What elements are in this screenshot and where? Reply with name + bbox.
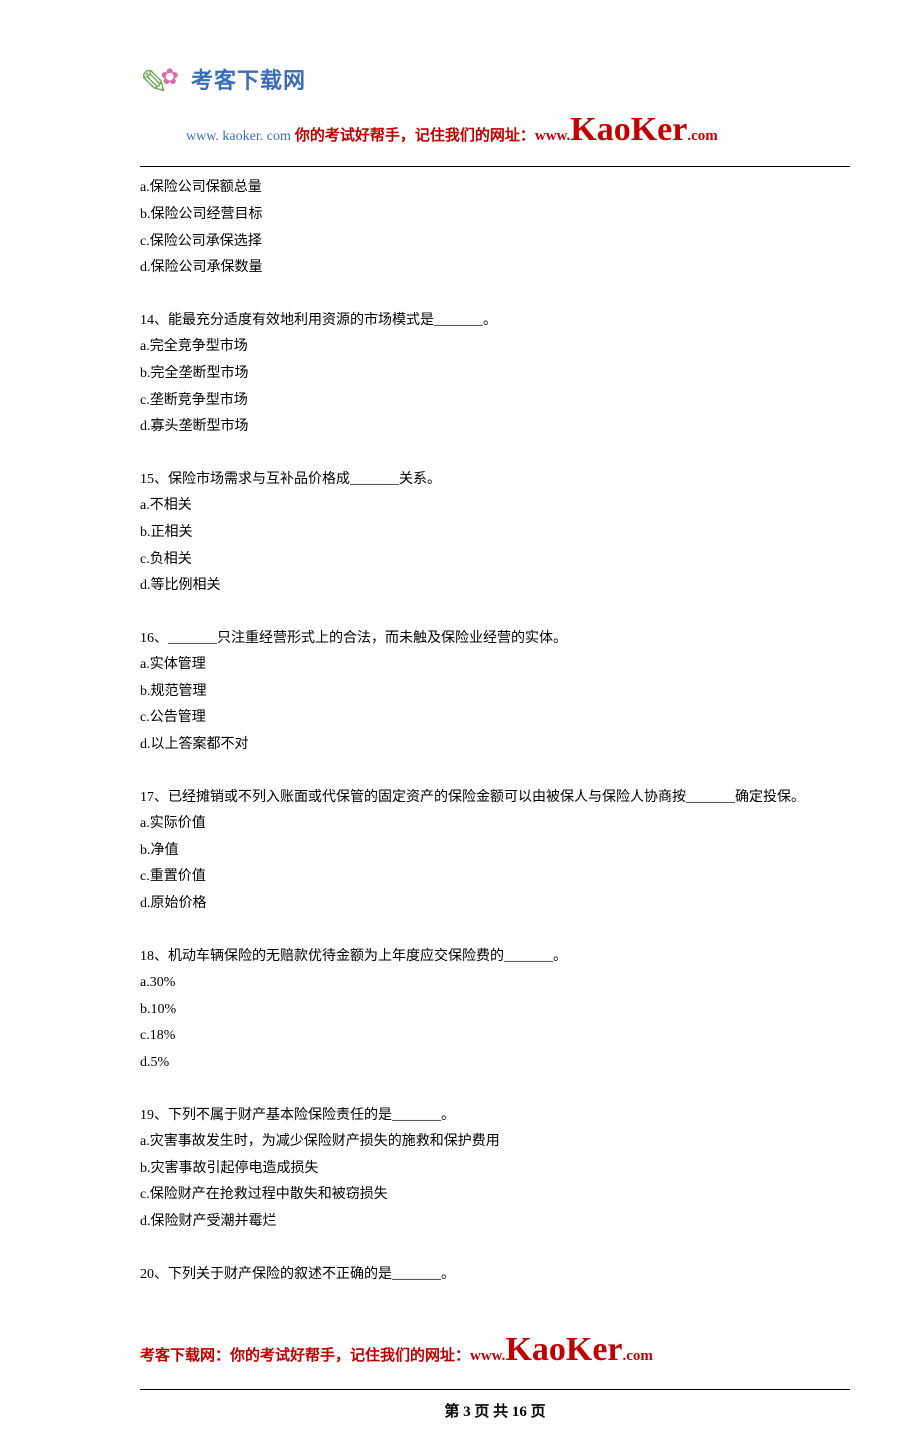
- option-c: c.负相关: [140, 547, 850, 574]
- question-stem: 17、已经摊销或不列入账面或代保管的固定资产的保险金额可以由被保人与保险人协商按…: [140, 785, 850, 812]
- brand-www: www.: [470, 1348, 505, 1364]
- brand-name: KaoKer: [505, 1331, 622, 1368]
- logo-icon: ✎✿: [140, 67, 187, 101]
- option-a: a.灾害事故发生时，为减少保险财产损失的施救和保护费用: [140, 1129, 850, 1156]
- option-c: c.18%: [140, 1023, 850, 1050]
- option-b: b.完全垄断型市场: [140, 361, 850, 388]
- option-a: a.实际价值: [140, 811, 850, 838]
- option-a: a.完全竞争型市场: [140, 334, 850, 361]
- header-tagline: 你的考试好帮手，记住我们的网址：www.KaoKer.com: [295, 98, 718, 163]
- option-c: c.垄断竞争型市场: [140, 388, 850, 415]
- option-d: d.5%: [140, 1050, 850, 1077]
- page-footer: 考客下载网：你的考试好帮手，记住我们的网址：www.KaoKer.com 第 3…: [140, 1318, 850, 1426]
- question-stem: 14、能最充分适度有效地利用资源的市场模式是_______。: [140, 308, 850, 335]
- option-c: c.重置价值: [140, 864, 850, 891]
- question-stem: 16、_______只注重经营形式上的合法，而未触及保险业经营的实体。: [140, 626, 850, 653]
- brand-dotcom: .com: [623, 1348, 653, 1364]
- brand-name: KaoKer: [570, 111, 687, 148]
- option-b: b.10%: [140, 997, 850, 1024]
- brand-dotcom: .com: [687, 128, 717, 144]
- document-content: a.保险公司保额总量 b.保险公司经营目标 c.保险公司承保选择 d.保险公司承…: [140, 175, 850, 1288]
- option-d: d.原始价格: [140, 891, 850, 918]
- option-a: a.保险公司保额总量: [140, 175, 850, 202]
- question-stem: 19、下列不属于财产基本险保险责任的是_______。: [140, 1103, 850, 1130]
- brand-www: www.: [535, 128, 570, 144]
- option-b: b.规范管理: [140, 679, 850, 706]
- site-url-small: www. kaoker. com: [186, 124, 291, 151]
- option-d: d.保险财产受潮并霉烂: [140, 1209, 850, 1236]
- option-d: d.保险公司承保数量: [140, 255, 850, 282]
- option-c: c.公告管理: [140, 705, 850, 732]
- option-c: c.保险公司承保选择: [140, 229, 850, 256]
- option-d: d.以上答案都不对: [140, 732, 850, 759]
- question-stem: 15、保险市场需求与互补品价格成_______关系。: [140, 467, 850, 494]
- question-stem: 20、下列关于财产保险的叙述不正确的是_______。: [140, 1262, 850, 1289]
- option-a: a.实体管理: [140, 652, 850, 679]
- option-a: a.不相关: [140, 493, 850, 520]
- question-stem: 18、机动车辆保险的无赔款优待金额为上年度应交保险费的_______。: [140, 944, 850, 971]
- page-number: 第 3 页 共 16 页: [140, 1398, 850, 1427]
- site-name: 考客下载网: [191, 60, 306, 102]
- page-header: ✎✿ 考客下载网 www. kaoker. com 你的考试好帮手，记住我们的网…: [140, 60, 850, 167]
- option-d: d.寡头垄断型市场: [140, 414, 850, 441]
- footer-prefix: 考客下载网：你的考试好帮手，记住我们的网址：: [140, 1342, 470, 1371]
- tagline-prefix: 你的考试好帮手，记住我们的网址：: [295, 128, 535, 144]
- option-c: c.保险财产在抢救过程中散失和被窃损失: [140, 1182, 850, 1209]
- option-b: b.保险公司经营目标: [140, 202, 850, 229]
- option-b: b.灾害事故引起停电造成损失: [140, 1156, 850, 1183]
- option-b: b.正相关: [140, 520, 850, 547]
- option-a: a.30%: [140, 970, 850, 997]
- option-d: d.等比例相关: [140, 573, 850, 600]
- option-b: b.净值: [140, 838, 850, 865]
